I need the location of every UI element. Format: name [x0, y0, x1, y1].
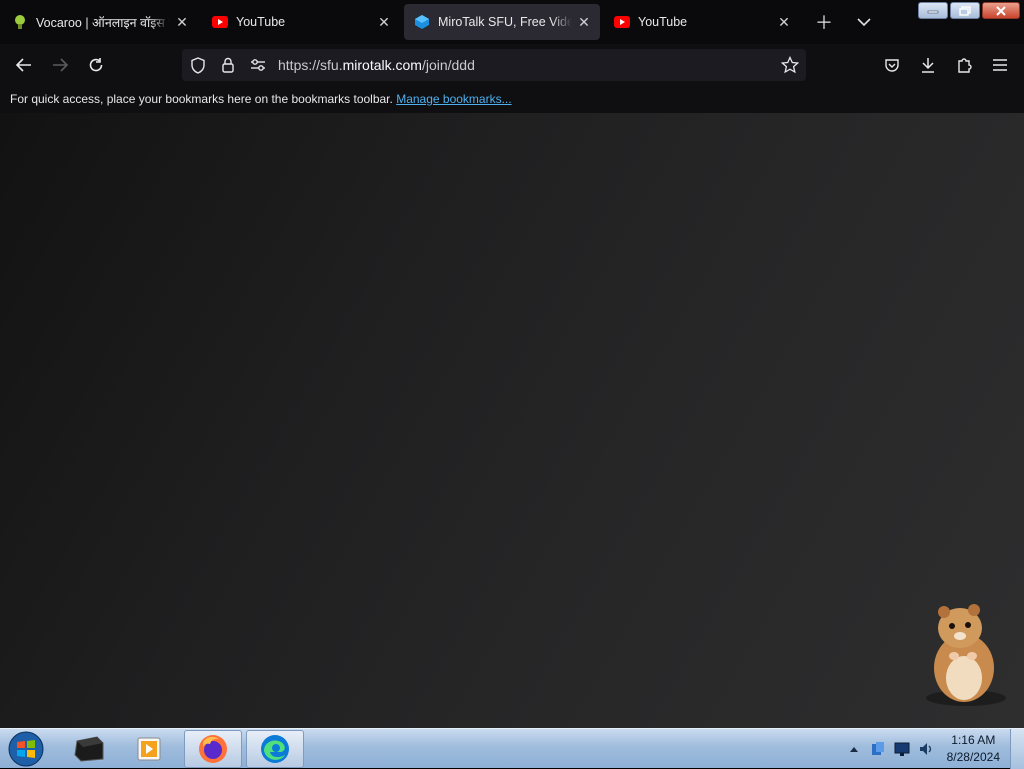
new-tab-button[interactable]: ＋	[810, 8, 838, 36]
tab-strip: Vocaroo | ऑनलाइन वॉइस रि ✕ YouTube ✕ Mir…	[0, 0, 1024, 44]
close-tab-icon[interactable]: ✕	[170, 10, 194, 34]
restore-icon	[959, 5, 971, 16]
puzzle-icon	[958, 58, 972, 73]
bookmark-star-icon[interactable]	[776, 51, 804, 79]
forward-button[interactable]	[46, 51, 74, 79]
terminal-app-icon	[74, 736, 104, 762]
chevron-up-icon	[849, 747, 858, 752]
clock-time: 1:16 AM	[951, 733, 996, 747]
taskbar-app-media-player[interactable]	[120, 730, 178, 768]
tracking-protection-icon[interactable]	[184, 51, 212, 79]
media-player-icon	[137, 737, 161, 761]
permissions-icon[interactable]	[244, 51, 272, 79]
url-host: mirotalk.com	[342, 57, 422, 73]
tab-title: MiroTalk SFU, Free Video C	[438, 15, 572, 29]
firefox-icon	[199, 735, 227, 763]
bookmarks-toolbar: For quick access, place your bookmarks h…	[0, 86, 1024, 113]
forward-arrow-icon	[53, 58, 68, 72]
clock[interactable]: 1:16 AM 8/28/2024	[947, 732, 1000, 766]
pocket-icon	[885, 58, 899, 72]
windows-logo-icon	[8, 731, 44, 767]
tab-title: YouTube	[236, 15, 286, 29]
navigation-toolbar: https://sfu.mirotalk.com/join/ddd	[0, 44, 1024, 86]
download-icon	[922, 58, 934, 73]
url-bar[interactable]: https://sfu.mirotalk.com/join/ddd	[182, 49, 806, 81]
hamburger-icon	[993, 59, 1007, 71]
page-content	[0, 113, 1024, 728]
taskbar-app-edge[interactable]	[246, 730, 304, 768]
back-button[interactable]	[10, 51, 38, 79]
minimize-icon	[927, 10, 939, 13]
network-icon[interactable]	[891, 738, 913, 760]
taskbar-app-firefox[interactable]	[184, 730, 242, 768]
close-icon	[996, 5, 1006, 16]
system-tray: 1:16 AM 8/28/2024	[841, 729, 1024, 769]
reload-button[interactable]	[82, 51, 110, 79]
volume-icon[interactable]	[915, 738, 937, 760]
tab-youtube-2[interactable]: YouTube ✕	[604, 4, 800, 40]
clock-date: 8/28/2024	[946, 750, 1000, 764]
restore-button[interactable]	[950, 2, 980, 19]
back-arrow-icon	[16, 58, 31, 72]
browser-window: Vocaroo | ऑनलाइन वॉइस रि ✕ YouTube ✕ Mir…	[0, 0, 1024, 728]
show-hidden-icons-button[interactable]	[843, 738, 865, 760]
menu-button[interactable]	[986, 51, 1014, 79]
minimize-button[interactable]	[918, 2, 948, 19]
pocket-button[interactable]	[878, 51, 906, 79]
taskbar-app-terminal[interactable]	[60, 730, 118, 768]
list-tabs-button[interactable]	[850, 8, 878, 36]
start-button[interactable]	[4, 730, 48, 768]
tab-vocaroo[interactable]: Vocaroo | ऑनलाइन वॉइस रि ✕	[2, 4, 198, 40]
reload-icon	[89, 58, 103, 72]
mirotalk-icon	[414, 14, 430, 30]
show-desktop-button[interactable]	[1010, 729, 1024, 769]
downloads-button[interactable]	[914, 51, 942, 79]
lock-icon[interactable]	[214, 51, 242, 79]
extensions-button[interactable]	[950, 51, 978, 79]
window-controls	[918, 2, 1020, 19]
close-tab-icon[interactable]: ✕	[772, 10, 796, 34]
tab-youtube-1[interactable]: YouTube ✕	[202, 4, 400, 40]
url-path: /join/ddd	[421, 57, 475, 73]
manage-bookmarks-link[interactable]: Manage bookmarks...	[396, 92, 511, 106]
youtube-icon	[614, 14, 630, 30]
chevron-down-icon	[857, 17, 871, 26]
tab-title: Vocaroo | ऑनलाइन वॉइस रि	[36, 15, 170, 30]
close-window-button[interactable]	[982, 2, 1020, 19]
hamster-mascot-image	[926, 604, 1006, 706]
close-tab-icon[interactable]: ✕	[572, 10, 596, 34]
tab-title: YouTube	[638, 15, 688, 29]
tab-mirotalk[interactable]: MiroTalk SFU, Free Video C ✕	[404, 4, 600, 40]
action-center-icon[interactable]	[867, 738, 889, 760]
edge-icon	[261, 735, 289, 763]
bookmarks-hint: For quick access, place your bookmarks h…	[10, 92, 393, 106]
close-tab-icon[interactable]: ✕	[372, 10, 396, 34]
youtube-icon	[212, 14, 228, 30]
vocaroo-icon	[12, 14, 28, 30]
taskbar: 1:16 AM 8/28/2024	[0, 728, 1024, 769]
url-text[interactable]: https://sfu.mirotalk.com/join/ddd	[278, 57, 475, 73]
url-prefix: https://sfu.	[278, 57, 343, 73]
